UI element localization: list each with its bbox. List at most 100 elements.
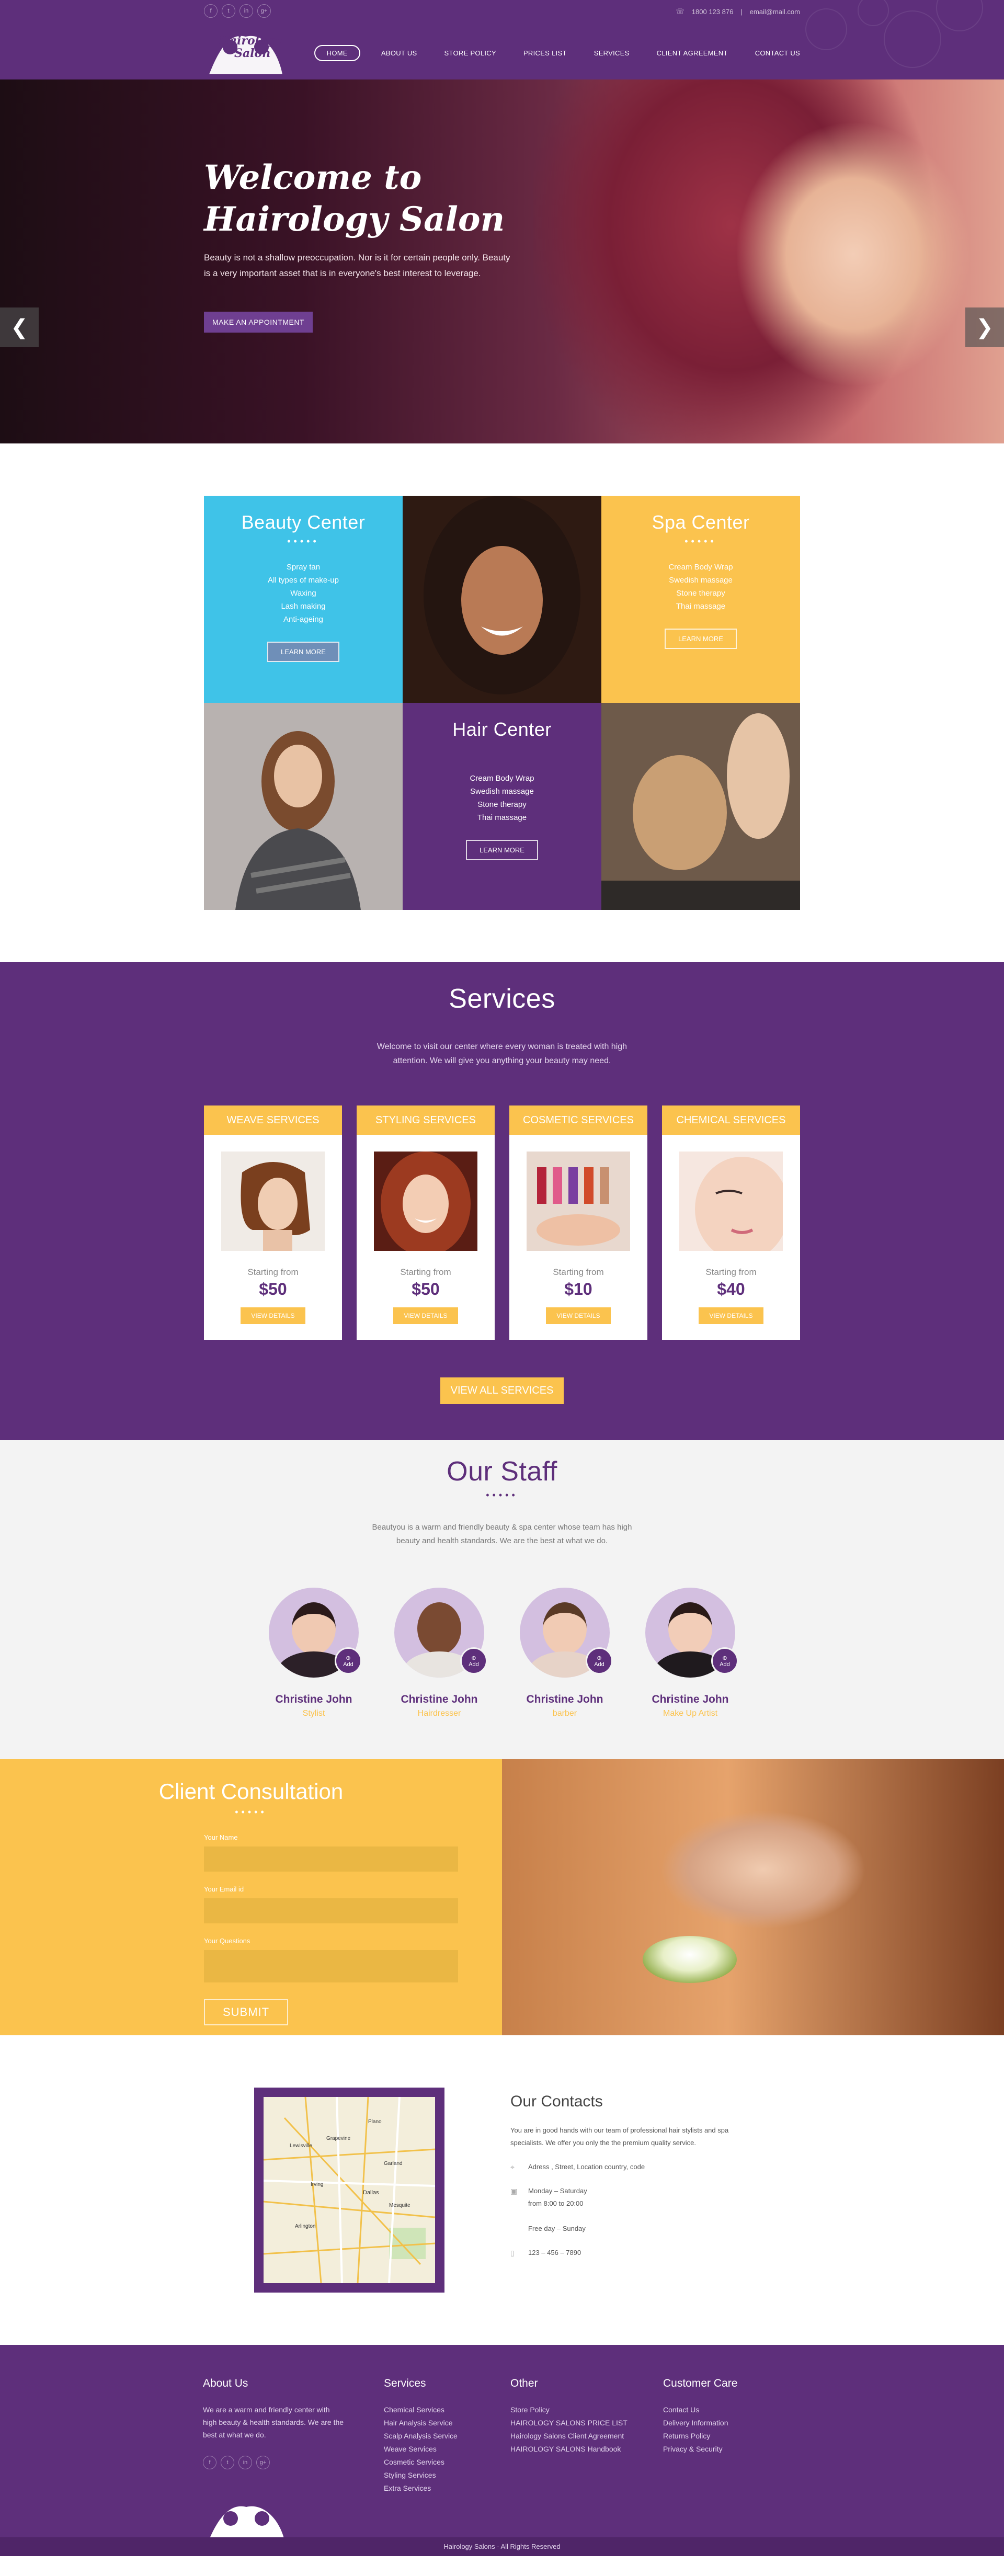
service-from: Starting from bbox=[400, 1267, 451, 1277]
staff-dots: ••••• bbox=[486, 1490, 518, 1500]
map[interactable]: Grapevine Irving Lewisville Dallas Arlin… bbox=[264, 2097, 435, 2283]
plus-icon: ⊕ bbox=[471, 1655, 476, 1661]
footer-link[interactable]: Styling Services bbox=[384, 2469, 458, 2482]
site-header: f t in g+ ☏ 1800 123 876 | email@mail.co… bbox=[0, 0, 1004, 79]
list-item: Swedish massage bbox=[470, 787, 534, 796]
service-price: $50 bbox=[412, 1280, 440, 1298]
spa-woman-image bbox=[502, 1759, 1004, 2035]
slider-next-icon[interactable]: ❯ bbox=[965, 307, 1004, 347]
stylist-woman-image bbox=[204, 703, 403, 910]
add-staff-button[interactable]: ⊕ Add bbox=[460, 1647, 487, 1674]
beauty-learn-more-button[interactable]: LEARN MORE bbox=[267, 642, 339, 662]
service-name: WEAVE SERVICES bbox=[204, 1105, 342, 1135]
map-label: Lewisville bbox=[290, 2143, 312, 2149]
flower-image bbox=[642, 1935, 737, 1983]
haircut-photo bbox=[601, 703, 800, 910]
add-staff-button[interactable]: ⊕ Add bbox=[711, 1647, 738, 1674]
linkedin-icon[interactable]: in bbox=[238, 2456, 252, 2469]
footer-link[interactable]: Hair Analysis Service bbox=[384, 2417, 458, 2430]
facebook-icon[interactable]: f bbox=[204, 4, 218, 18]
google-plus-icon[interactable]: g+ bbox=[257, 4, 271, 18]
phone-row: ▯ 123 – 456 – 7890 bbox=[510, 2247, 761, 2259]
add-staff-button[interactable]: ⊕ Add bbox=[586, 1647, 613, 1674]
main-nav: HOME ABOUT US STORE POLICY PRICES LIST S… bbox=[314, 45, 800, 61]
footer-link[interactable]: Delivery Information bbox=[663, 2417, 737, 2430]
nav-client-agreement[interactable]: CLIENT AGREEMENT bbox=[643, 46, 741, 60]
list-item: Thai massage bbox=[676, 602, 726, 611]
service-from: Starting from bbox=[553, 1267, 604, 1277]
spa-list: Cream Body Wrap Swedish massage Stone th… bbox=[601, 561, 800, 613]
hero-image bbox=[533, 79, 1004, 443]
header-email[interactable]: email@mail.com bbox=[750, 8, 800, 16]
footer-care: Customer Care Contact Us Delivery Inform… bbox=[663, 2377, 737, 2456]
footer-about-text: We are a warm and friendly center with h… bbox=[203, 2406, 344, 2439]
footer-link[interactable]: Store Policy bbox=[510, 2403, 628, 2417]
hero-text: Beauty is not a shallow preoccupation. N… bbox=[204, 253, 510, 278]
make-appointment-button[interactable]: MAKE AN APPOINTMENT bbox=[204, 312, 313, 333]
linkedin-icon[interactable]: in bbox=[239, 4, 253, 18]
submit-button[interactable]: SUBMIT bbox=[204, 1999, 289, 2025]
view-all-services-button[interactable]: VIEW ALL SERVICES bbox=[440, 1377, 564, 1404]
list-item: Cream Body Wrap bbox=[470, 774, 534, 783]
beauty-list: Spray tan All types of make-up Waxing La… bbox=[204, 561, 403, 626]
map-label: Arlington bbox=[295, 2224, 315, 2229]
nav-contact-us[interactable]: CONTACT US bbox=[741, 46, 800, 60]
footer-link[interactable]: Returns Policy bbox=[663, 2430, 737, 2443]
styling-image bbox=[374, 1152, 477, 1256]
nav-services[interactable]: SERVICES bbox=[580, 46, 643, 60]
spa-learn-more-button[interactable]: LEARN MORE bbox=[665, 629, 737, 649]
questions-field[interactable] bbox=[204, 1950, 458, 1982]
hair-learn-more-button[interactable]: LEARN MORE bbox=[466, 840, 538, 860]
footer-about: About Us We are a warm and friendly cent… bbox=[203, 2377, 344, 2469]
footer-link[interactable]: HAIROLOGY SALONS Handbook bbox=[510, 2443, 628, 2456]
footer-link[interactable]: HAIROLOGY SALONS PRICE LIST bbox=[510, 2417, 628, 2430]
footer-services: Services Chemical Services Hair Analysis… bbox=[384, 2377, 458, 2495]
twitter-icon[interactable]: t bbox=[221, 2456, 234, 2469]
add-staff-button[interactable]: ⊕ Add bbox=[335, 1647, 362, 1674]
view-details-button[interactable]: VIEW DETAILS bbox=[393, 1307, 458, 1324]
view-details-button[interactable]: VIEW DETAILS bbox=[546, 1307, 611, 1324]
footer-link[interactable]: Chemical Services bbox=[384, 2403, 458, 2417]
footer-link[interactable]: Privacy & Security bbox=[663, 2443, 737, 2456]
hair-center-title: Hair Center bbox=[452, 719, 552, 740]
copyright: Hairology Salons - All Rights Reserved bbox=[0, 2537, 1004, 2556]
list-item: Spray tan bbox=[286, 563, 321, 572]
view-details-button[interactable]: VIEW DETAILS bbox=[699, 1307, 763, 1324]
map-label: Grapevine bbox=[326, 2136, 351, 2141]
footer-link[interactable]: Cosmetic Services bbox=[384, 2456, 458, 2469]
footer-link[interactable]: Scalp Analysis Service bbox=[384, 2430, 458, 2443]
nav-prices-list[interactable]: PRICES LIST bbox=[510, 46, 580, 60]
contact-phone: 123 – 456 – 7890 bbox=[528, 2249, 581, 2256]
service-card: CHEMICAL SERVICES Starting from $40 VIEW… bbox=[662, 1105, 800, 1340]
map-label: Plano bbox=[368, 2119, 382, 2125]
staff-member: ⊕ Add Christine John Stylist bbox=[251, 1588, 376, 1718]
view-details-button[interactable]: VIEW DETAILS bbox=[241, 1307, 305, 1324]
footer-link[interactable]: Weave Services bbox=[384, 2443, 458, 2456]
nav-about-us[interactable]: ABOUT US bbox=[368, 46, 431, 60]
twitter-icon[interactable]: t bbox=[222, 4, 235, 18]
list-item: Waxing bbox=[290, 589, 316, 598]
footer-care-title: Customer Care bbox=[663, 2377, 738, 2389]
slider-prev-icon[interactable]: ❮ bbox=[0, 307, 39, 347]
footer-link[interactable]: Hairology Salons Client Agreement bbox=[510, 2430, 628, 2443]
email-field[interactable] bbox=[204, 1898, 458, 1923]
footer-link[interactable]: Contact Us bbox=[663, 2403, 737, 2417]
mobile-icon: ▯ bbox=[510, 2249, 515, 2257]
google-plus-icon[interactable]: g+ bbox=[256, 2456, 270, 2469]
staff-section: Our Staff ••••• Beautyou is a warm and f… bbox=[0, 1440, 1004, 1759]
service-card: STYLING SERVICES Starting from $50 VIEW … bbox=[357, 1105, 495, 1340]
list-item: Cream Body Wrap bbox=[668, 563, 733, 572]
nav-store-policy[interactable]: STORE POLICY bbox=[431, 46, 510, 60]
name-label: Your Name bbox=[204, 1833, 238, 1841]
staff-role: barber bbox=[552, 1709, 577, 1718]
list-item: All types of make-up bbox=[268, 576, 339, 585]
facebook-icon[interactable]: f bbox=[203, 2456, 216, 2469]
list-item: Stone therapy bbox=[477, 800, 527, 809]
staff-name: Christine John bbox=[526, 1693, 603, 1705]
map-label: Dallas bbox=[363, 2190, 379, 2196]
stylist-photo bbox=[204, 703, 403, 910]
nav-home[interactable]: HOME bbox=[314, 45, 360, 61]
footer-link[interactable]: Extra Services bbox=[384, 2482, 458, 2495]
social-links: f t in g+ bbox=[204, 4, 271, 18]
name-field[interactable] bbox=[204, 1846, 458, 1872]
